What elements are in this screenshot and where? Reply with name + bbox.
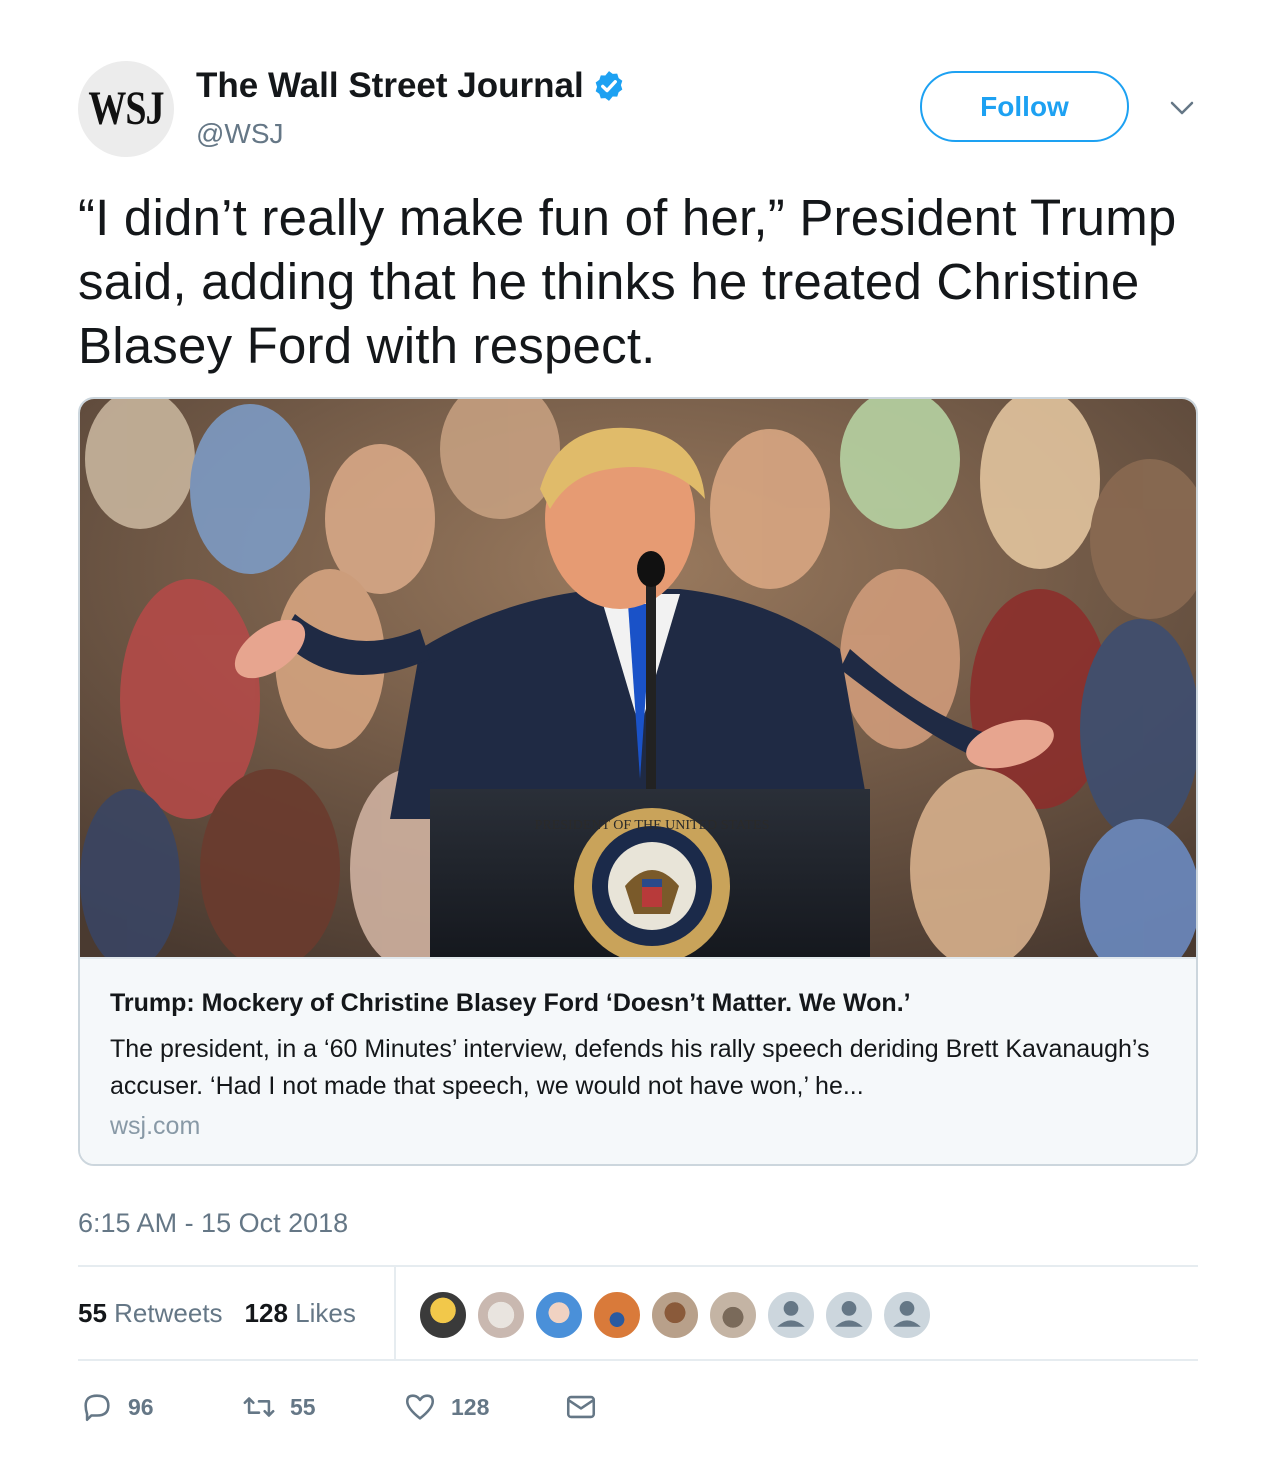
- handle[interactable]: @WSJ: [196, 118, 284, 150]
- liker-avatar[interactable]: [882, 1290, 932, 1340]
- timestamp[interactable]: 6:15 AM - 15 Oct 2018: [78, 1208, 348, 1239]
- liker-avatar[interactable]: [650, 1290, 700, 1340]
- like-action[interactable]: 128: [403, 1390, 489, 1424]
- card-domain: wsj.com: [110, 1112, 201, 1140]
- like-icon: [405, 1394, 435, 1420]
- liker-avatars: [418, 1290, 940, 1340]
- reply-count: 96: [128, 1393, 154, 1420]
- avatar[interactable]: WSJ: [78, 61, 174, 157]
- reply-icon: [84, 1394, 110, 1422]
- retweet-action[interactable]: 55: [242, 1390, 316, 1424]
- card-title: Trump: Mockery of Christine Blasey Ford …: [110, 989, 911, 1017]
- liker-avatar[interactable]: [708, 1290, 758, 1340]
- seal-text: PRESIDENT OF THE UNITED STATES: [535, 818, 770, 833]
- liker-avatar[interactable]: [418, 1290, 468, 1340]
- tweet-text: “I didn’t really make fun of her,” Presi…: [78, 189, 1177, 374]
- likes-stat[interactable]: 128 Likes: [245, 1298, 356, 1329]
- stats-row: 55 Retweets 128 Likes: [78, 1298, 356, 1329]
- retweet-icon: [243, 1397, 275, 1417]
- card-description: The president, in a ‘60 Minutes’ intervi…: [110, 1035, 1150, 1100]
- liker-avatar[interactable]: [476, 1290, 526, 1340]
- likes-label: Likes: [295, 1298, 356, 1328]
- message-action[interactable]: [564, 1390, 598, 1424]
- tweet: WSJ The Wall Street Journal @WSJ Follow …: [0, 0, 1276, 1472]
- retweets-label: Retweets: [114, 1298, 223, 1328]
- display-name[interactable]: The Wall Street Journal: [196, 66, 584, 106]
- likes-count: 128: [244, 1298, 288, 1328]
- liker-avatar[interactable]: [534, 1290, 584, 1340]
- verified-badge-icon: [595, 71, 622, 101]
- default-avatar-icon: [893, 1301, 921, 1327]
- action-bar: 96 55 128: [80, 1390, 680, 1430]
- liker-avatar[interactable]: [592, 1290, 642, 1340]
- default-avatar-icon: [777, 1301, 805, 1327]
- link-card[interactable]: PRESIDENT OF THE UNITED STATES Trump: Mo…: [78, 397, 1198, 1166]
- follow-button[interactable]: Follow: [920, 71, 1129, 142]
- card-image[interactable]: PRESIDENT OF THE UNITED STATES: [80, 399, 1196, 957]
- message-icon: [566, 1395, 596, 1419]
- card-body[interactable]: Trump: Mockery of Christine Blasey Ford …: [80, 957, 1196, 1164]
- retweets-count: 55: [78, 1298, 107, 1328]
- avatar-logo-text: WSJ: [88, 82, 164, 136]
- liker-avatar[interactable]: [766, 1290, 816, 1340]
- name-row: The Wall Street Journal: [196, 66, 626, 106]
- retweets-stat[interactable]: 55 Retweets: [78, 1298, 223, 1329]
- retweet-count: 55: [290, 1393, 316, 1420]
- like-count: 128: [451, 1393, 490, 1420]
- chevron-down-icon[interactable]: [1168, 98, 1196, 118]
- actions-top-divider: [78, 1359, 1198, 1361]
- reply-action[interactable]: 96: [80, 1390, 154, 1424]
- stats-top-divider: [78, 1265, 1198, 1267]
- stats-vertical-divider: [394, 1267, 396, 1359]
- default-avatar-icon: [835, 1301, 863, 1327]
- liker-avatar[interactable]: [824, 1290, 874, 1340]
